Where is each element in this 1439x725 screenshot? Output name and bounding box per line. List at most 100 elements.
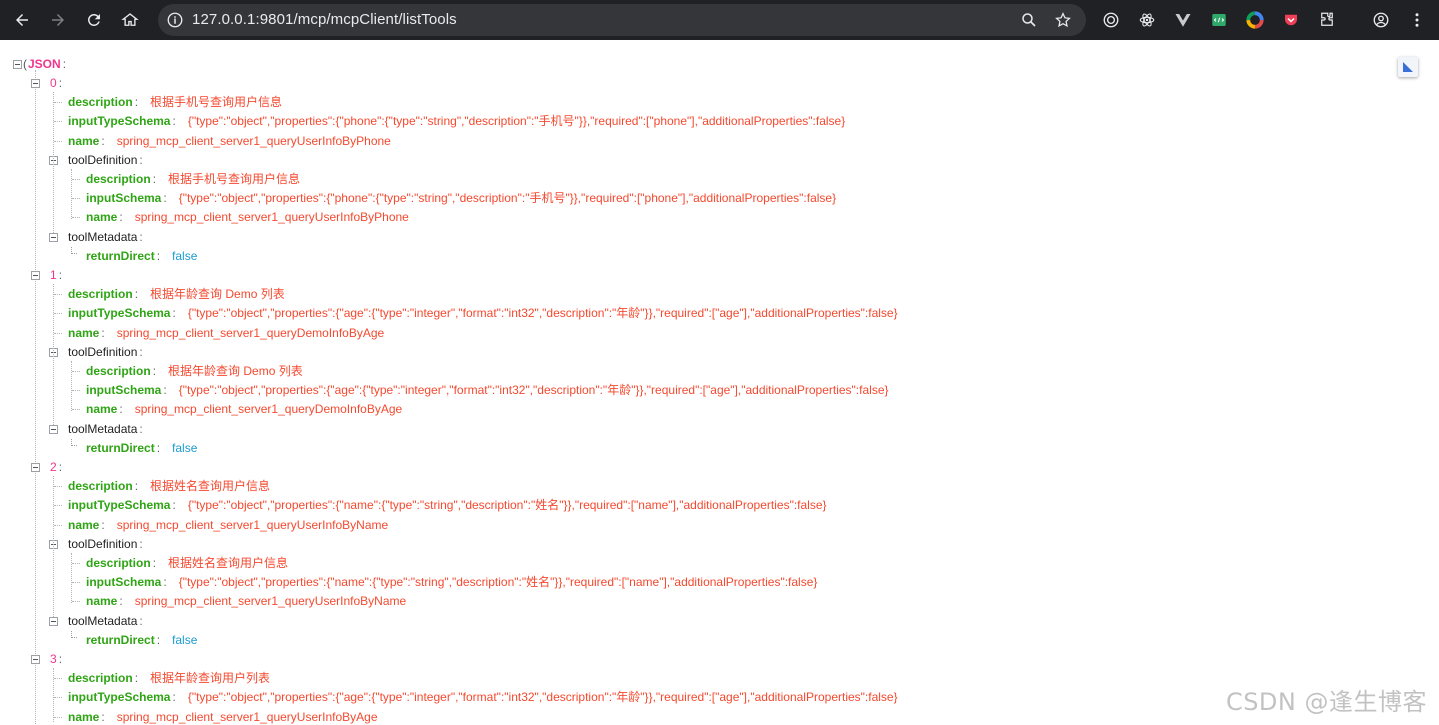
item-3-description-value[interactable]: 根据年龄查询用户列表 [150, 671, 270, 685]
item-2-def-name: name: spring_mcp_client_server1_queryUser… [86, 594, 407, 609]
array-index-label: 2 [50, 460, 57, 474]
profile-avatar-icon[interactable] [1370, 9, 1392, 31]
collapse-toolmetadata-0-toggle[interactable] [49, 232, 58, 242]
tree-connector [53, 668, 54, 722]
item-1-toolmetadata: toolMetadata: [68, 421, 143, 436]
item-1-name-key: name [68, 325, 100, 340]
tree-connector [54, 678, 62, 680]
item-1-tooldefinition-key: toolDefinition [68, 344, 138, 359]
item-1-name-value[interactable]: spring_mcp_client_server1_queryDemoInfoB… [117, 326, 384, 340]
item-0-name-key: name [68, 133, 100, 148]
collapse-item-3-toggle[interactable] [31, 655, 40, 664]
item-1-inputTypeSchema-key: inputTypeSchema [68, 306, 171, 321]
item-1-toolmetadata-key: toolMetadata [68, 421, 138, 436]
item-0-description-value[interactable]: 根据手机号查询用户信息 [150, 95, 282, 109]
arrow-left-icon [16, 14, 28, 26]
item-0-inputTypeSchema: inputTypeSchema: {"type":"object","proper… [68, 114, 846, 129]
item-1-description-key: description [68, 287, 133, 302]
item-1-tooldefinition: toolDefinition: [68, 344, 143, 359]
extension-vue-icon[interactable] [1172, 9, 1194, 31]
tree-connector [72, 390, 80, 392]
extension-react-icon[interactable] [1136, 9, 1158, 31]
extension-target-icon[interactable] [1100, 9, 1122, 31]
zoom-icon[interactable] [1020, 11, 1038, 29]
collapse-root-toggle[interactable] [13, 60, 22, 69]
item-0-def-description-value[interactable]: 根据手机号查询用户信息 [168, 172, 300, 186]
tree-connector [72, 582, 80, 584]
forward-button[interactable] [46, 8, 70, 32]
item-2-returndirect: returnDirect: false [86, 632, 198, 647]
item-3-name: name: spring_mcp_client_server1_queryUser… [68, 709, 378, 724]
item-0-returndirect: returnDirect: false [86, 248, 198, 263]
item-2-def-inputSchema: inputSchema: {"type":"object","properties… [86, 575, 818, 590]
browser-menu-icon[interactable] [1406, 9, 1428, 31]
viewer-toggle-button[interactable] [1398, 57, 1418, 77]
extension-devtools-icon[interactable] [1208, 9, 1230, 31]
extension-pocket-icon[interactable] [1280, 9, 1302, 31]
item-0-def-inputSchema-value[interactable]: {"type":"object","properties":{"phone":{… [179, 191, 836, 205]
collapse-item-1-toggle[interactable] [31, 271, 40, 280]
item-3-name-value[interactable]: spring_mcp_client_server1_queryUserInfoB… [117, 710, 378, 724]
item-0-description-key: description [68, 95, 133, 110]
item-0-returndirect-value[interactable]: false [172, 249, 197, 263]
item-2-returndirect-key: returnDirect [86, 632, 155, 647]
item-2-inputTypeSchema: inputTypeSchema: {"type":"object","proper… [68, 498, 827, 513]
item-1-description: description: 根据年龄查询 Demo 列表 [68, 287, 285, 302]
item-1-inputTypeSchema: inputTypeSchema: {"type":"object","proper… [68, 306, 898, 321]
collapse-toolmetadata-1-toggle[interactable] [49, 424, 58, 434]
tree-connector [54, 716, 62, 718]
item-2-description-key: description [68, 479, 133, 494]
item-0-description: description: 根据手机号查询用户信息 [68, 95, 283, 110]
item-0-toolmetadata: toolMetadata: [68, 229, 143, 244]
home-button[interactable] [118, 8, 142, 32]
tree-connector [54, 332, 62, 334]
collapse-item-2-toggle[interactable] [31, 463, 40, 472]
item-0-inputTypeSchema-key: inputTypeSchema [68, 114, 171, 129]
tree-line [35, 70, 36, 725]
tree-connector [54, 102, 62, 104]
item-0-def-name-key: name [86, 210, 118, 225]
tree-connector [53, 284, 54, 425]
address-bar[interactable]: 127.0.0.1:9801/mcp/mcpClient/listTools [158, 4, 1086, 36]
item-1-def-description-key: description [86, 364, 151, 378]
item-1-inputTypeSchema-value[interactable]: {"type":"object","properties":{"age":{"t… [188, 306, 898, 320]
info-icon[interactable] [166, 11, 184, 29]
item-2-toolmetadata: toolMetadata: [68, 613, 143, 628]
item-2-returndirect-value[interactable]: false [172, 633, 197, 647]
tree-connector [72, 371, 80, 372]
item-0-def-name-value[interactable]: spring_mcp_client_server1_queryUserInfoB… [135, 210, 409, 224]
item-2-inputTypeSchema-value[interactable]: {"type":"object","properties":{"name":{"… [188, 498, 827, 512]
item-1-def-description-value[interactable]: 根据年龄查询 Demo 列表 [168, 364, 303, 378]
item-1-def-name-value[interactable]: spring_mcp_client_server1_queryDemoInfoB… [135, 402, 402, 416]
item-1-def-name: name: spring_mcp_client_server1_queryDemo… [86, 402, 403, 417]
item-0-def-description-key: description [86, 172, 151, 186]
item-2-description-value[interactable]: 根据姓名查询用户信息 [150, 479, 270, 493]
arrow-right-icon [52, 14, 64, 26]
extensions-puzzle-icon[interactable] [1316, 9, 1338, 31]
bookmark-star-icon[interactable] [1054, 11, 1072, 29]
item-2-def-description: description: 根据姓名查询用户信息 [86, 556, 289, 570]
item-2-def-description-value[interactable]: 根据姓名查询用户信息 [168, 556, 288, 570]
extension-color-wheel-icon[interactable] [1244, 9, 1266, 31]
back-button[interactable] [10, 8, 34, 32]
item-0-def-name: name: spring_mcp_client_server1_queryUser… [86, 210, 409, 225]
item-1-description-value[interactable]: 根据年龄查询 Demo 列表 [150, 287, 285, 301]
item-0-inputTypeSchema-value[interactable]: {"type":"object","properties":{"phone":{… [188, 114, 845, 128]
json-root-label: JSON [28, 57, 61, 71]
collapse-item-0-toggle[interactable] [31, 79, 40, 88]
item-2-def-name-value[interactable]: spring_mcp_client_server1_queryUserInfoB… [135, 594, 406, 608]
item-2-name-value[interactable]: spring_mcp_client_server1_queryUserInfoB… [117, 518, 388, 532]
collapse-toolmetadata-2-toggle[interactable] [49, 616, 58, 626]
tree-connector [54, 313, 62, 315]
reload-button[interactable] [82, 8, 106, 32]
item-3-inputTypeSchema-value[interactable]: {"type":"object","properties":{"age":{"t… [188, 690, 898, 704]
array-index-2: 2: [50, 460, 63, 474]
tree-connector [53, 92, 54, 233]
item-1-returndirect-value[interactable]: false [172, 441, 197, 455]
item-0-name-value[interactable]: spring_mcp_client_server1_queryUserInfoB… [117, 134, 391, 148]
item-2-def-inputSchema-value[interactable]: {"type":"object","properties":{"name":{"… [179, 575, 818, 589]
corner-triangle-icon [1403, 62, 1413, 72]
item-1-def-inputSchema-value[interactable]: {"type":"object","properties":{"age":{"t… [179, 383, 889, 397]
url-text[interactable]: 127.0.0.1:9801/mcp/mcpClient/listTools [192, 11, 457, 28]
json-viewer: (JSON: 0: description: 根据手机号查询用户信息 inputTyp… [0, 44, 1439, 725]
